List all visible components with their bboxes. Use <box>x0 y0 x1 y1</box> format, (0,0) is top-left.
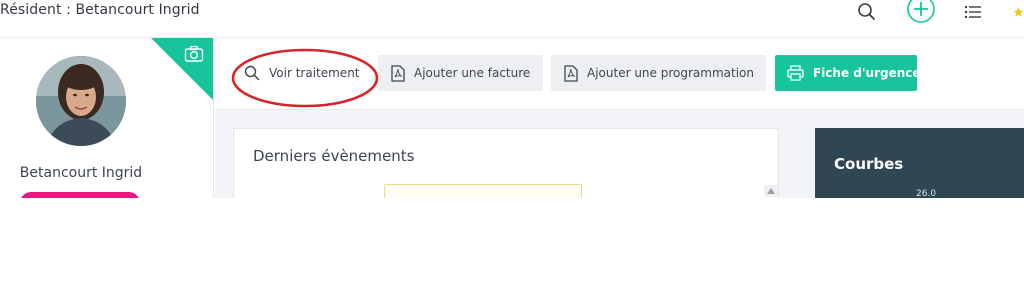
ajouter-facture-button[interactable]: Ajouter une facture <box>378 55 543 91</box>
voir-traitement-button[interactable]: Voir traitement <box>231 55 378 91</box>
events-title: Derniers évènements <box>253 147 415 165</box>
resident-sidebar: Betancourt Ingrid <box>0 38 214 198</box>
scroll-up-arrow-icon[interactable] <box>764 185 778 197</box>
curves-axis-tick: 26.0 <box>916 189 937 198</box>
page-title: Résident : Betancourt Ingrid <box>0 2 200 18</box>
ajouter-facture-label: Ajouter une facture <box>414 66 531 80</box>
fiche-urgence-label: Fiche d'urgence <box>813 66 921 80</box>
action-toolbar: Voir traitement Ajouter une facture Ajou… <box>215 38 1024 110</box>
pdf-icon <box>391 64 405 82</box>
avatar <box>36 56 126 146</box>
curves-card: Courbes 26.0 <box>815 128 1024 198</box>
star-icon[interactable] <box>1013 0 1024 24</box>
resident-name: Betancourt Ingrid <box>19 165 143 181</box>
list-icon[interactable] <box>962 0 984 24</box>
ajouter-programmation-button[interactable]: Ajouter une programmation <box>551 55 766 91</box>
events-card: Derniers évènements <box>233 128 779 198</box>
add-circle-icon[interactable] <box>906 0 936 24</box>
top-bar: Résident : Betancourt Ingrid <box>0 0 1024 38</box>
search-icon <box>244 65 260 81</box>
main-content: Voir traitement Ajouter une facture Ajou… <box>215 38 1024 198</box>
event-note <box>384 184 582 198</box>
status-pill[interactable] <box>20 192 140 198</box>
pdf-icon <box>564 64 578 82</box>
curves-title: Courbes <box>834 155 904 173</box>
corner-badge <box>151 38 213 101</box>
camera-icon[interactable] <box>184 45 204 63</box>
voir-traitement-label: Voir traitement <box>269 66 360 80</box>
fiche-urgence-button[interactable]: Fiche d'urgence <box>775 55 921 91</box>
search-icon[interactable] <box>855 0 879 24</box>
ajouter-programmation-label: Ajouter une programmation <box>587 66 754 80</box>
printer-icon <box>787 65 804 81</box>
app-viewport: Résident : Betancourt Ingrid Betancourt … <box>0 0 1024 198</box>
